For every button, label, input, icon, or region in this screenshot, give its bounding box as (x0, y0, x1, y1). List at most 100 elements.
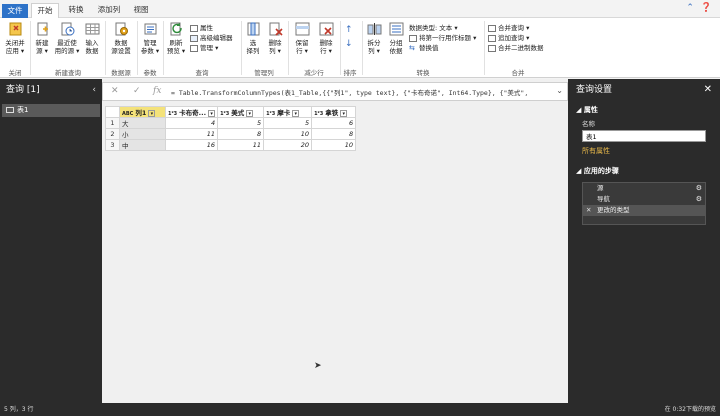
function-icon[interactable]: fx (153, 86, 161, 96)
manage-button[interactable]: 管理 ▾ (190, 44, 218, 53)
table-cell[interactable]: 20 (263, 139, 313, 151)
tab-home[interactable]: 开始 (31, 3, 59, 18)
ribbon-tabs: 文件 开始 转换 添加列 视图 ⌃ ❓ (0, 0, 720, 18)
query-item[interactable]: 表1 (2, 104, 100, 117)
ribbon-separator (30, 21, 31, 75)
column-header[interactable]: 1²3 卡布奇... ▾ (164, 106, 219, 118)
data-type-dropdown[interactable]: 数据类型: 文本 ▾ (409, 24, 458, 33)
new-source-button[interactable]: 新建 源 ▾ (32, 21, 52, 55)
group-label-combine: 合并 (511, 69, 525, 77)
table-cell[interactable]: 大 (119, 117, 166, 129)
formula-text[interactable]: = Table.TransformColumnTypes(表1_Table,{{… (171, 87, 528, 97)
replace-values-button[interactable]: ⇆ 替换值 (409, 44, 439, 53)
query-name-input[interactable] (582, 130, 706, 142)
ribbon-separator (288, 21, 289, 75)
cancel-icon[interactable]: ✕ (111, 86, 119, 96)
column-header[interactable]: 1²3 摩卡 ▾ (263, 106, 313, 118)
all-properties-link[interactable]: 所有属性 (568, 146, 720, 156)
tab-file[interactable]: 文件 (2, 4, 28, 18)
group-by-button[interactable]: 分组 依据 (386, 21, 406, 55)
applied-step-selected[interactable]: ✕ 更改的类型 (583, 205, 705, 216)
type-icon: 1²3 (266, 111, 276, 117)
confirm-icon[interactable]: ✓ (133, 86, 141, 96)
table-cell[interactable]: 5 (217, 117, 265, 129)
table-row: 3 中 16 11 20 10 (105, 139, 357, 151)
remove-columns-button[interactable]: 删除 列 ▾ (265, 21, 285, 55)
merge-queries-icon (488, 24, 496, 32)
advanced-editor-button[interactable]: 高级编辑器 (190, 34, 233, 43)
column-filter-icon[interactable]: ▾ (208, 109, 216, 117)
group-label-new-query: 新建查询 (55, 69, 81, 77)
split-column-button[interactable]: 拆分 列 ▾ (364, 21, 384, 55)
first-row-headers-button[interactable]: 将第一行用作标题 ▾ (409, 34, 476, 43)
table-cell[interactable]: 小 (119, 128, 166, 140)
remove-rows-button[interactable]: 删除 行 ▾ (315, 21, 337, 55)
close-icon[interactable]: ✕ (704, 79, 712, 101)
choose-columns-button[interactable]: 选 择列 (243, 21, 263, 55)
merge-queries-button[interactable]: 合并查询 ▾ (488, 24, 529, 33)
row-number[interactable]: 1 (105, 117, 120, 129)
select-all-corner[interactable] (105, 106, 120, 118)
first-row-headers-icon (409, 34, 417, 42)
manage-parameters-button[interactable]: 管理 参数 ▾ (139, 21, 161, 55)
table-cell[interactable]: 10 (263, 128, 313, 140)
table-cell[interactable]: 11 (164, 128, 219, 140)
help-icon[interactable]: ❓ (701, 3, 712, 13)
gear-icon[interactable]: ⚙ (696, 194, 702, 205)
delete-step-icon[interactable]: ✕ (586, 205, 591, 216)
table-row: 1 大 4 5 5 6 (105, 117, 357, 129)
column-header[interactable]: 1²3 拿铁 ▾ (311, 106, 357, 118)
column-header[interactable]: 1²3 美式 ▾ (217, 106, 265, 118)
append-queries-button[interactable]: 追加查询 ▾ (488, 34, 529, 43)
refresh-preview-button[interactable]: 刷新 预览 ▾ (165, 21, 187, 55)
recent-sources-button[interactable]: 最近使 用的源 ▾ (54, 21, 80, 55)
data-source-settings-button[interactable]: 数据 源设置 (108, 21, 134, 55)
row-number[interactable]: 2 (105, 128, 120, 140)
table-cell[interactable]: 中 (119, 139, 166, 151)
column-filter-icon[interactable]: ▾ (148, 109, 156, 117)
tab-transform[interactable]: 转换 (62, 3, 90, 18)
table-cell[interactable]: 8 (311, 128, 357, 140)
row-number[interactable]: 3 (105, 139, 120, 151)
gear-icon[interactable]: ⚙ (696, 183, 702, 194)
table-cell[interactable]: 4 (164, 117, 219, 129)
tab-view[interactable]: 视图 (128, 3, 154, 18)
column-filter-icon[interactable]: ▾ (340, 109, 348, 117)
sort-descending-button[interactable]: ↓ (345, 40, 353, 49)
window-controls: ⌃ ❓ (686, 3, 712, 13)
table-cell[interactable]: 10 (311, 139, 357, 151)
tab-add-column[interactable]: 添加列 (93, 3, 125, 18)
column-header[interactable]: ABC 列1 ▾ (119, 106, 166, 118)
merge-binaries-button[interactable]: 合并二进制数据 (488, 44, 544, 53)
sort-ascending-button[interactable]: ↑ (345, 26, 353, 35)
expand-formula-chevron-icon[interactable]: ⌄ (556, 86, 563, 95)
column-filter-icon[interactable]: ▾ (246, 109, 254, 117)
collapse-chevron-icon[interactable]: ‹ (92, 79, 96, 101)
remove-rows-icon (319, 22, 333, 36)
column-filter-icon[interactable]: ▾ (292, 109, 300, 117)
table-cell[interactable]: 6 (311, 117, 357, 129)
mouse-cursor-icon: ➤ (314, 361, 322, 371)
type-icon: 1²3 (314, 111, 324, 117)
table-cell[interactable]: 8 (217, 128, 265, 140)
enter-data-button[interactable]: 输入 数据 (82, 21, 102, 55)
properties-button[interactable]: 属性 (190, 24, 213, 33)
table-icon (6, 107, 14, 113)
applied-step[interactable]: 导航 ⚙ (583, 194, 705, 205)
group-label-data-source: 数据源 (111, 69, 131, 77)
replace-values-icon: ⇆ (409, 43, 415, 52)
group-label-reduce-rows: 减少行 (304, 69, 324, 77)
applied-step[interactable]: 源 ⚙ (583, 183, 705, 194)
close-apply-button[interactable]: 关闭并 应用 ▾ (2, 21, 28, 55)
status-row-count: 5 列，3 行 (4, 406, 34, 413)
name-label: 名称 (582, 120, 595, 128)
table-cell[interactable]: 16 (164, 139, 219, 151)
applied-steps-title: ◢ 应用的步骤 (576, 167, 619, 175)
keep-rows-button[interactable]: 保留 行 ▾ (291, 21, 313, 55)
properties-icon (190, 24, 198, 32)
ribbon-separator (484, 21, 485, 75)
table-cell[interactable]: 11 (217, 139, 265, 151)
minimize-ribbon-icon[interactable]: ⌃ (686, 3, 694, 13)
group-label-close: 关闭 (8, 69, 22, 77)
table-cell[interactable]: 5 (263, 117, 313, 129)
